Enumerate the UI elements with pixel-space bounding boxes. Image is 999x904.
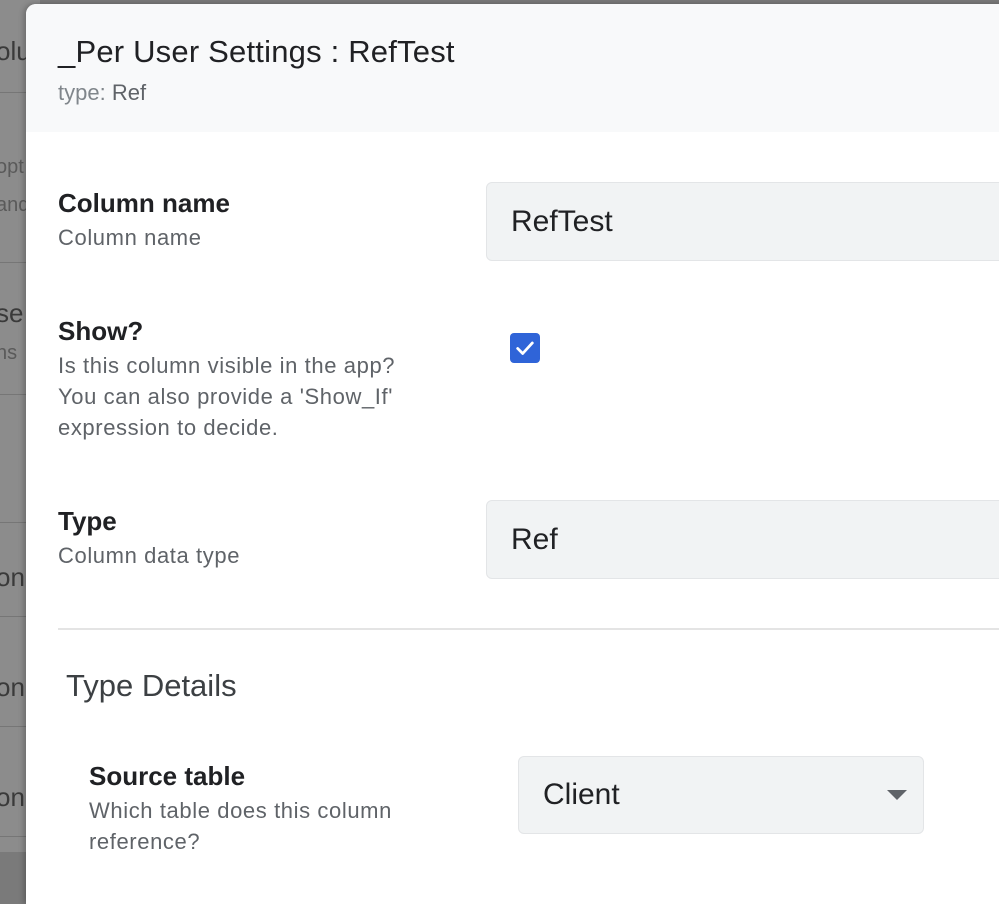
show-help-line: You can also provide a 'Show_If' [58,384,393,409]
type-details-title: Type Details [66,668,237,703]
dialog-subtitle: type: Ref [58,80,146,106]
section-divider [58,628,999,630]
column-name-label: Column name [58,188,230,218]
column-name-help: Column name [58,225,202,250]
source-table-value: Client [543,778,620,811]
type-select[interactable]: Ref [486,500,999,579]
type-label: Type [58,506,117,536]
subtitle-value: Ref [111,80,147,105]
dialog-header: _Per User Settings : RefTest type: Ref [26,4,999,132]
source-table-label: Source table [89,761,246,791]
column-name-input[interactable]: RefTest [486,182,999,261]
show-help: Is this column visible in the app? You c… [58,350,438,443]
type-help: Column data type [58,543,241,568]
subtitle-label: type: [58,80,106,105]
chevron-down-icon [887,790,907,800]
column-settings-dialog: _Per User Settings : RefTest type: Ref C… [26,4,999,904]
background-text: se [0,298,24,328]
source-table-help-line: reference? [89,829,201,854]
show-help-line: expression to decide. [58,415,279,440]
background-text: on [0,672,25,702]
background-text: on [0,562,25,592]
source-table-help-line: Which table does this column [89,798,392,823]
show-help-line: Is this column visible in the app? [58,353,396,378]
background-text: opt [0,156,24,178]
dialog-title: _Per User Settings : RefTest [58,34,455,69]
check-icon [516,341,534,355]
type-value: Ref [511,522,558,556]
background-text: ns [0,342,18,364]
background-text: and [0,194,30,216]
source-table-select[interactable]: Client [518,756,924,834]
source-table-help: Which table does this column reference? [89,795,469,857]
show-label: Show? [58,316,144,346]
column-name-value: RefTest [511,204,613,238]
show-checkbox[interactable] [510,333,540,363]
background-text: on [0,782,25,812]
